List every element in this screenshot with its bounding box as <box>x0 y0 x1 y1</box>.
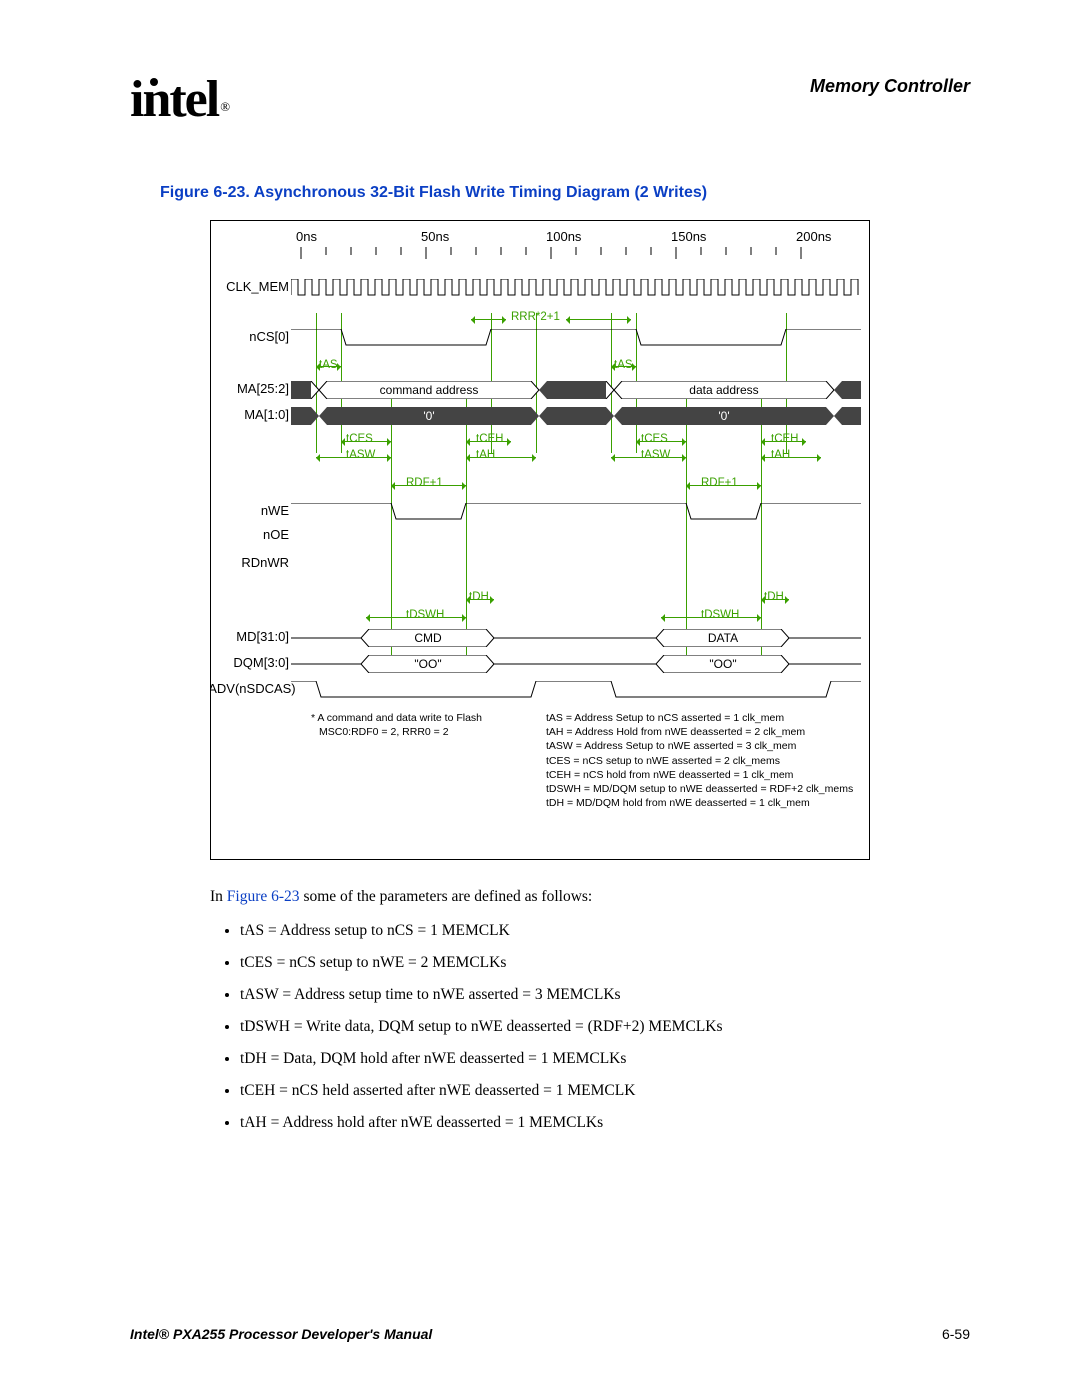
footnote-r7: tDH = MD/DQM hold from nWE deasserted = … <box>546 796 866 810</box>
signal-label-md31: MD[31:0] <box>211 629 289 644</box>
page-header: intel® Memory Controller <box>130 70 970 129</box>
footnote-left-2: MSC0:RDF0 = 2, RRR0 = 2 <box>319 725 526 739</box>
ncs-waveform <box>291 329 861 347</box>
time-tick-150ns: 150ns <box>671 229 706 244</box>
bus-text-data: DATA <box>708 631 738 645</box>
annot-tceh-1: tCEH <box>476 433 503 445</box>
signal-label-clk: CLK_MEM <box>211 279 289 294</box>
time-tick-0ns: 0ns <box>296 229 317 244</box>
param-list: tAS = Address setup to nCS = 1 MEMCLK tC… <box>240 919 970 1135</box>
footnote-r4: tCES = nCS setup to nWE asserted = 2 clk… <box>546 754 866 768</box>
annot-tdh-1: tDH <box>469 591 489 603</box>
list-item: tASW = Address setup time to nWE asserte… <box>240 983 970 1007</box>
signal-label-ma10: MA[1:0] <box>211 407 289 422</box>
arrow <box>341 441 391 442</box>
bus-text-zero-1: '0' <box>423 409 434 423</box>
dqm-waveform: "OO" "OO" <box>291 655 861 673</box>
signal-label-nwe: nWE <box>211 503 289 518</box>
logo-text: intel <box>130 71 218 128</box>
annot-tces-2: tCES <box>641 433 668 445</box>
time-ticks <box>291 247 861 263</box>
annot-tceh-2: tCEH <box>771 433 798 445</box>
bus-text-cmd: CMD <box>414 631 442 645</box>
arrow-tas-1 <box>316 366 341 367</box>
arrow <box>391 485 466 486</box>
annot-tdswh-2: tDSWH <box>701 609 739 621</box>
bus-text-oo-2: "OO" <box>709 657 736 671</box>
figure-caption: Figure 6-23. Asynchronous 32-Bit Flash W… <box>160 184 970 202</box>
bus-text-oo-1: "OO" <box>414 657 441 671</box>
arrow <box>636 441 686 442</box>
footnote-r6: tDSWH = MD/DQM setup to nWE deasserted =… <box>546 782 866 796</box>
bus-text-zero-2: '0' <box>718 409 729 423</box>
arrow <box>661 617 761 618</box>
arrow <box>316 457 391 458</box>
registered-mark: ® <box>220 99 228 114</box>
signal-label-noe: nOE <box>211 527 289 542</box>
time-tick-100ns: 100ns <box>546 229 581 244</box>
arrow <box>761 599 789 600</box>
footnote-r1: tAS = Address Setup to nCS asserted = 1 … <box>546 711 866 725</box>
intro-pre: In <box>210 888 227 905</box>
annot-tah-1: tAH <box>476 449 495 461</box>
bus-text-dataaddr: data address <box>689 383 758 397</box>
page-number: 6-59 <box>942 1326 970 1342</box>
time-tick-200ns: 200ns <box>796 229 831 244</box>
footnote-r2: tAH = Address Hold from nWE deasserted =… <box>546 725 866 739</box>
intro-post: some of the parameters are defined as fo… <box>300 888 593 905</box>
ma25-waveform: command address data address <box>291 381 861 399</box>
arrow <box>761 457 821 458</box>
annot-tasw-1: tASW <box>346 449 375 461</box>
list-item: tAS = Address setup to nCS = 1 MEMCLK <box>240 919 970 943</box>
nadv-waveform <box>291 681 861 699</box>
time-tick-50ns: 50ns <box>421 229 449 244</box>
annot-tdswh-1: tDSWH <box>406 609 444 621</box>
arrow <box>686 485 761 486</box>
fig-ref-link[interactable]: Figure 6-23 <box>227 888 300 905</box>
list-item: tAH = Address hold after nWE deasserted … <box>240 1111 970 1135</box>
arrow-rrr-r <box>566 319 631 320</box>
annot-rrr: RRR*2+1 <box>511 311 560 323</box>
intel-logo: intel® <box>130 70 226 129</box>
timing-diagram: 0ns 50ns 100ns 150ns 200ns CLK_ <box>210 220 870 860</box>
arrow-rrr-l <box>471 319 506 320</box>
arrow <box>466 599 494 600</box>
bus-text-cmdaddr: command address <box>380 383 479 397</box>
annot-tasw-2: tASW <box>641 449 670 461</box>
arrow <box>466 457 536 458</box>
signal-label-rdnwr: RDnWR <box>211 555 289 570</box>
signal-label-ma25: MA[25:2] <box>211 381 289 396</box>
arrow <box>761 441 806 442</box>
nwe-waveform <box>291 503 861 521</box>
arrow <box>611 457 686 458</box>
footnote-r5: tCEH = nCS hold from nWE deasserted = 1 … <box>546 768 866 782</box>
footnote-r3: tASW = Address Setup to nWE asserted = 3… <box>546 739 866 753</box>
list-item: tDH = Data, DQM hold after nWE deasserte… <box>240 1047 970 1071</box>
list-item: tCES = nCS setup to nWE = 2 MEMCLKs <box>240 951 970 975</box>
md31-waveform: CMD DATA <box>291 629 861 647</box>
annot-tces-1: tCES <box>346 433 373 445</box>
ma10-waveform: '0' '0' <box>291 407 861 425</box>
annot-tdh-2: tDH <box>764 591 784 603</box>
footer-title: Intel® PXA255 Processor Developer's Manu… <box>130 1326 432 1342</box>
signal-label-ncs: nCS[0] <box>211 329 289 344</box>
signal-label-dqm: DQM[3:0] <box>211 655 289 670</box>
signal-label-nadv: nADV(nSDCAS) <box>210 681 289 696</box>
list-item: tCEH = nCS held asserted after nWE deass… <box>240 1079 970 1103</box>
annot-rdf-2: RDF+1 <box>701 477 738 489</box>
page-footer: Intel® PXA255 Processor Developer's Manu… <box>130 1326 970 1342</box>
section-title: Memory Controller <box>810 76 970 97</box>
list-item: tDSWH = Write data, DQM setup to nWE dea… <box>240 1015 970 1039</box>
annot-tah-2: tAH <box>771 449 790 461</box>
annot-tas-1: tAS <box>319 359 338 371</box>
annot-tas-2: tAS <box>614 359 633 371</box>
arrow-tas-2 <box>611 366 636 367</box>
clk-waveform <box>291 279 861 297</box>
body-text: In Figure 6-23 some of the parameters ar… <box>210 885 970 1135</box>
footnote-left-1: * A command and data write to Flash <box>311 711 526 725</box>
arrow <box>466 441 511 442</box>
arrow <box>366 617 466 618</box>
annot-rdf-1: RDF+1 <box>406 477 443 489</box>
